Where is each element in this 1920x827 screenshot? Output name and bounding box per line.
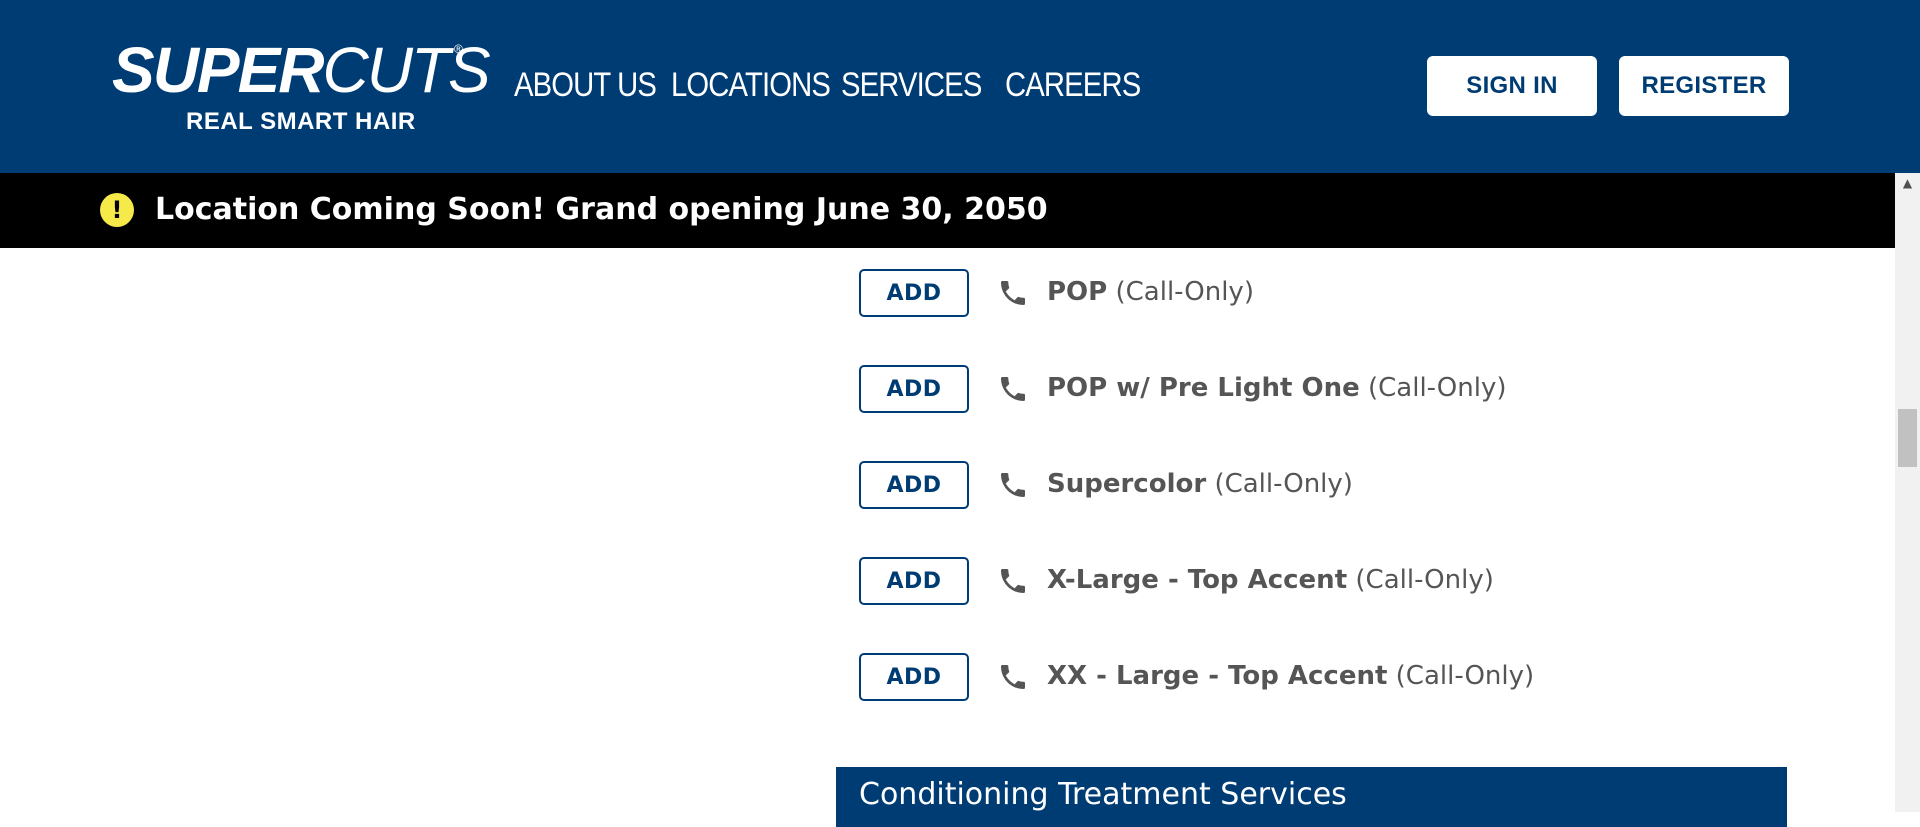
logo-tagline: REAL SMART HAIR: [186, 108, 416, 135]
service-note: (Call-Only): [1368, 373, 1507, 403]
service-name: XX - Large - Top Accent: [1047, 661, 1388, 691]
nav-item-about-us[interactable]: ABOUT US: [514, 66, 657, 105]
scroll-thumb[interactable]: [1898, 409, 1917, 467]
service-note: (Call-Only): [1214, 469, 1353, 499]
register-button[interactable]: REGISTER: [1619, 56, 1789, 116]
conditioning-section-header[interactable]: Conditioning Treatment Services: [836, 767, 1787, 827]
service-row: ADD Supercolor (Call-Only): [859, 461, 1759, 509]
service-row: ADD POP w/ Pre Light One (Call-Only): [859, 365, 1759, 413]
page-scrollbar[interactable]: ▲: [1895, 173, 1920, 812]
add-service-button[interactable]: ADD: [859, 461, 969, 509]
add-service-button[interactable]: ADD: [859, 365, 969, 413]
service-row: ADD X-Large - Top Accent (Call-Only): [859, 557, 1759, 605]
phone-icon: [1001, 473, 1025, 497]
section-title: Conditioning Treatment Services: [859, 777, 1347, 812]
sign-in-button[interactable]: SIGN IN: [1427, 56, 1597, 116]
service-label: POP (Call-Only): [1047, 275, 1254, 309]
announcement-bar: ! Location Coming Soon! Grand opening Ju…: [0, 173, 1895, 248]
service-row: ADD XX - Large - Top Accent (Call-Only): [859, 653, 1759, 701]
exclamation-icon: !: [100, 193, 134, 227]
announcement-text: Location Coming Soon! Grand opening June…: [155, 192, 1048, 227]
scroll-up-arrow-icon[interactable]: ▲: [1895, 173, 1920, 193]
service-name: POP w/ Pre Light One: [1047, 373, 1360, 403]
add-service-button[interactable]: ADD: [859, 557, 969, 605]
add-service-button[interactable]: ADD: [859, 653, 969, 701]
logo-wordmark: SUPERCUTS: [112, 34, 491, 106]
service-label: X-Large - Top Accent (Call-Only): [1047, 563, 1494, 597]
service-name: POP: [1047, 277, 1108, 307]
nav-item-services[interactable]: SERVICES: [841, 66, 982, 105]
service-name: X-Large - Top Accent: [1047, 565, 1348, 595]
supercuts-logo[interactable]: SUPERCUTS ® REAL SMART HAIR: [112, 38, 491, 138]
service-label: Supercolor (Call-Only): [1047, 467, 1353, 501]
service-name: Supercolor: [1047, 469, 1207, 499]
phone-icon: [1001, 377, 1025, 401]
phone-icon: [1001, 281, 1025, 305]
service-note: (Call-Only): [1115, 277, 1254, 307]
phone-icon: [1001, 665, 1025, 689]
service-label: XX - Large - Top Accent (Call-Only): [1047, 659, 1534, 693]
service-note: (Call-Only): [1355, 565, 1494, 595]
service-label: POP w/ Pre Light One (Call-Only): [1047, 371, 1506, 405]
service-row: ADD POP (Call-Only): [859, 269, 1759, 317]
service-note: (Call-Only): [1395, 661, 1535, 691]
add-service-button[interactable]: ADD: [859, 269, 969, 317]
phone-icon: [1001, 569, 1025, 593]
nav-item-locations[interactable]: LOCATIONS: [671, 66, 831, 105]
site-header: SUPERCUTS ® REAL SMART HAIR ABOUT US LOC…: [0, 0, 1920, 173]
nav-item-careers[interactable]: CAREERS: [1005, 66, 1141, 105]
registered-mark: ®: [454, 42, 463, 56]
